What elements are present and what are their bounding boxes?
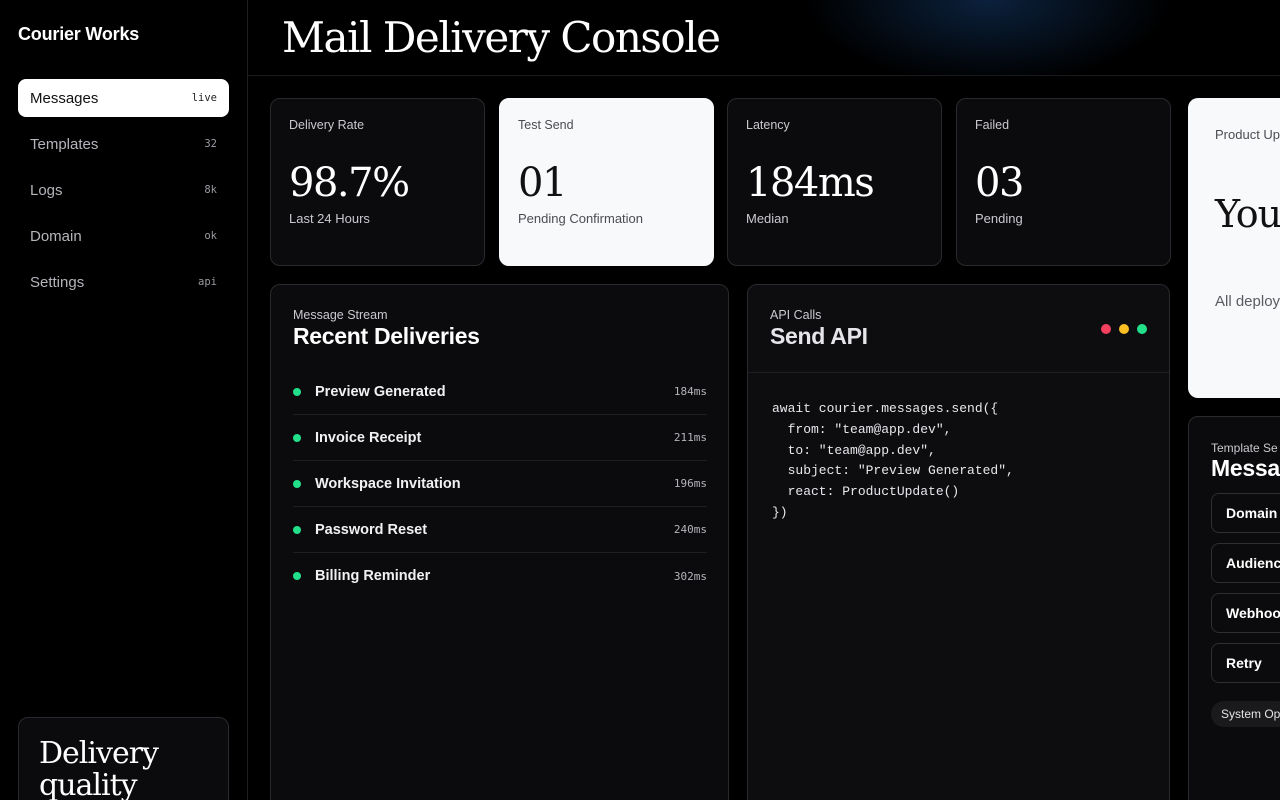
- sidebar-item-label: Settings: [30, 273, 85, 291]
- sidebar-item-badge: 32: [204, 138, 217, 150]
- status-dot-icon: [293, 525, 301, 534]
- stat-subtitle: Pending: [975, 211, 1023, 226]
- panel-eyebrow: API Calls: [770, 308, 822, 322]
- panel-title: Recent Deliveries: [293, 323, 480, 349]
- stat-card-latency: Latency 184ms Median: [727, 98, 942, 266]
- panel-title: Send API: [770, 323, 868, 349]
- product-update-headline: You been: [1215, 192, 1280, 236]
- product-update-eyebrow: Product Up: [1215, 127, 1280, 142]
- system-options-chip[interactable]: System Op: [1211, 701, 1280, 727]
- delivery-latency: 302ms: [673, 569, 707, 583]
- delivery-latency: 196ms: [673, 477, 707, 490]
- setting-row-audience[interactable]: Audienc: [1211, 543, 1280, 583]
- sidebar-item-messages[interactable]: Messages live: [18, 79, 229, 117]
- promo-title: Delivery quality: [39, 736, 159, 800]
- sidebar-nav: Messages live Templates 32 Logs 8k Domai…: [18, 79, 229, 309]
- delivery-quality-card: Delivery quality: [18, 717, 229, 800]
- sidebar-item-badge: ok: [204, 230, 217, 242]
- stat-value: 98.7%: [289, 160, 410, 206]
- sidebar-item-label: Logs: [30, 181, 63, 199]
- red-dot-icon: [1101, 324, 1111, 334]
- divider: [748, 372, 1169, 373]
- delivery-list: Preview Generated 184ms Invoice Receipt …: [293, 369, 707, 599]
- stat-label: Latency: [746, 118, 790, 132]
- page-title: Mail Delivery Console: [282, 13, 721, 62]
- delivery-name: Preview Generated: [315, 383, 446, 400]
- brand-name: Courier Works: [18, 24, 140, 44]
- sidebar-item-badge: api: [198, 276, 217, 288]
- list-item[interactable]: Preview Generated 184ms: [293, 369, 707, 415]
- delivery-name: Billing Reminder: [315, 568, 431, 584]
- product-update-description: All deploy summary: [1215, 293, 1280, 310]
- delivery-latency: 184ms: [673, 385, 707, 398]
- code-snippet: await courier.messages.send({ from: "tea…: [772, 401, 1014, 520]
- list-item[interactable]: Password Reset 240ms: [293, 507, 707, 553]
- stat-card-test-send[interactable]: Test Send 01 Pending Confirmation: [499, 98, 714, 266]
- sidebar-item-domain[interactable]: Domain ok: [18, 217, 229, 255]
- sidebar: Courier Works Messages live Templates 32…: [0, 0, 248, 800]
- page-header: Mail Delivery Console: [248, 0, 1280, 76]
- stat-value: 03: [975, 160, 1024, 206]
- stat-subtitle: Last 24 Hours: [289, 211, 370, 226]
- product-update-card: Product Up You been All deploy summary: [1188, 98, 1280, 398]
- sidebar-item-settings[interactable]: Settings api: [18, 263, 229, 301]
- setting-row-webhook[interactable]: Webhoo: [1211, 593, 1280, 633]
- stat-card-delivery-rate: Delivery Rate 98.7% Last 24 Hours: [270, 98, 485, 266]
- status-dot-icon: [293, 572, 301, 580]
- stat-subtitle: Pending Confirmation: [518, 211, 644, 226]
- status-dot-icon: [293, 433, 301, 442]
- send-api-panel: API Calls Send API await courier.message…: [747, 284, 1170, 800]
- stat-value: 01: [518, 160, 567, 206]
- stat-card-failed: Failed 03 Pending: [956, 98, 1171, 266]
- stat-label: Test Send: [518, 118, 574, 132]
- status-dot-icon: [293, 387, 301, 396]
- list-item[interactable]: Workspace Invitation 196ms: [293, 461, 707, 507]
- stat-subtitle: Median: [746, 211, 789, 226]
- stat-label: Failed: [975, 118, 1010, 132]
- sidebar-item-logs[interactable]: Logs 8k: [18, 171, 229, 209]
- yellow-dot-icon: [1119, 324, 1129, 334]
- sidebar-item-label: Domain: [30, 227, 82, 245]
- setting-row-retry[interactable]: Retry: [1211, 643, 1280, 683]
- sidebar-item-label: Messages: [30, 89, 99, 107]
- template-settings-eyebrow: Template Se: [1211, 441, 1278, 455]
- template-settings-title: Messag: [1211, 455, 1280, 481]
- list-item[interactable]: Billing Reminder 302ms: [293, 553, 707, 599]
- delivery-latency: 211ms: [673, 431, 707, 444]
- setting-row-domain[interactable]: Domain: [1211, 493, 1280, 533]
- delivery-name: Invoice Receipt: [315, 429, 422, 446]
- status-dot-icon: [293, 479, 301, 488]
- panel-eyebrow: Message Stream: [293, 308, 388, 322]
- stat-value: 184ms: [746, 160, 875, 206]
- delivery-name: Password Reset: [315, 521, 428, 538]
- template-settings-card: Template Se Messag Domain Audienc Webhoo…: [1188, 416, 1280, 800]
- recent-deliveries-panel: Message Stream Recent Deliveries Preview…: [270, 284, 729, 800]
- delivery-name: Workspace Invitation: [315, 475, 461, 492]
- sidebar-item-badge: 8k: [204, 184, 217, 196]
- stat-label: Delivery Rate: [289, 118, 365, 132]
- window-controls: [1101, 324, 1147, 334]
- green-dot-icon: [1137, 324, 1147, 334]
- sidebar-item-label: Templates: [30, 135, 99, 153]
- sidebar-item-badge: live: [191, 92, 217, 104]
- list-item[interactable]: Invoice Receipt 211ms: [293, 415, 707, 461]
- sidebar-item-templates[interactable]: Templates 32: [18, 125, 229, 163]
- delivery-latency: 240ms: [673, 523, 707, 536]
